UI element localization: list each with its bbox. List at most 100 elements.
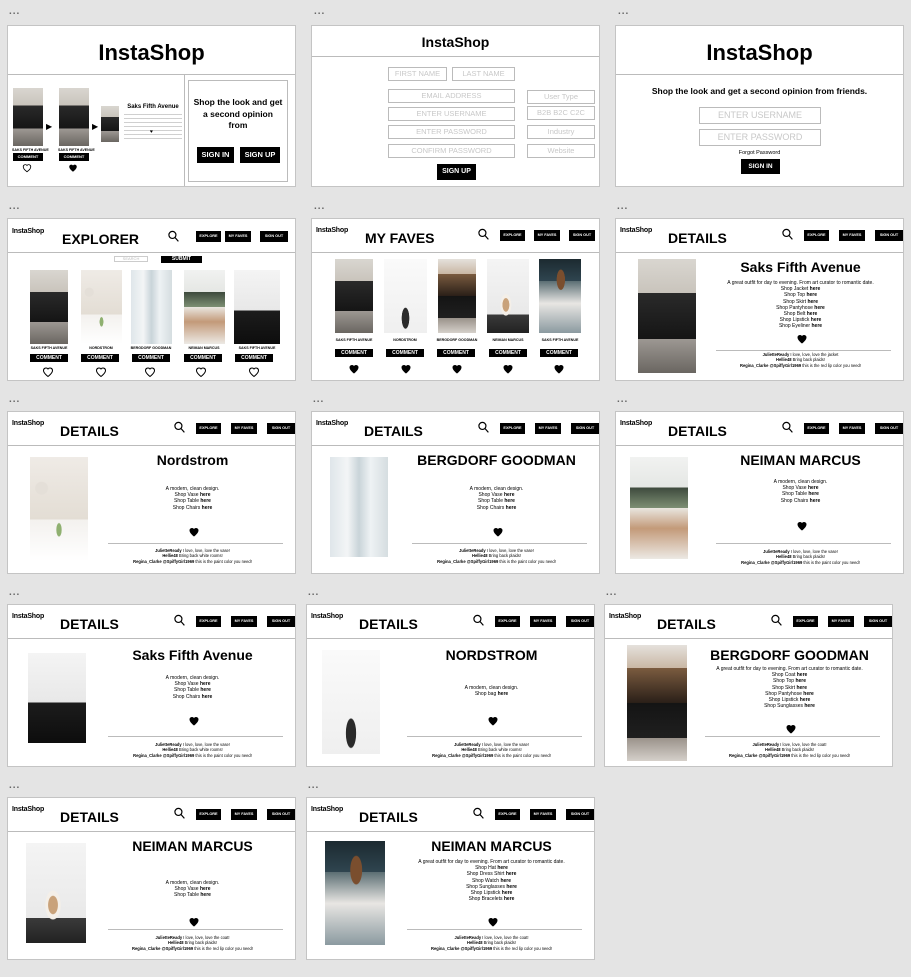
- heart-filled-icon[interactable]: [348, 363, 360, 375]
- comment-user[interactable]: Regina_Clarke @SpiffyGirl1969: [740, 363, 802, 368]
- comment-user[interactable]: JulietteReady: [155, 548, 183, 553]
- comment-button[interactable]: COMMENT: [184, 354, 222, 362]
- shop-here-link[interactable]: here: [200, 498, 211, 504]
- frame-menu-dots[interactable]: ...: [308, 781, 319, 791]
- explore-button[interactable]: EXPLORE: [500, 423, 525, 434]
- forgot-password-link[interactable]: Forgot Password: [616, 150, 903, 156]
- heart-filled-icon[interactable]: [492, 525, 504, 537]
- heart-filled-icon[interactable]: [785, 722, 797, 734]
- comment-button[interactable]: COMMENT: [132, 354, 170, 362]
- comment-button[interactable]: COMMENT: [30, 354, 68, 362]
- shop-here-link[interactable]: here: [807, 299, 818, 305]
- frame-menu-dots[interactable]: ...: [314, 202, 325, 212]
- search-icon[interactable]: [477, 227, 490, 241]
- heart-outline-icon[interactable]: [42, 366, 54, 378]
- shop-here-link[interactable]: here: [800, 697, 811, 703]
- comment-user[interactable]: Hellie48: [472, 553, 489, 558]
- explore-button[interactable]: EXPLORE: [804, 230, 829, 241]
- my-faves-button[interactable]: MY FAVES: [534, 230, 560, 241]
- sign-out-button[interactable]: SIGN OUT: [569, 230, 595, 241]
- comment-user[interactable]: Hellie48: [776, 554, 793, 559]
- shop-here-link[interactable]: here: [504, 896, 515, 902]
- comment-user[interactable]: Regina_Clarke @SpiffyGirl1969: [437, 559, 499, 564]
- explore-button[interactable]: EXPLORE: [495, 809, 520, 820]
- my-faves-button[interactable]: MY FAVES: [828, 616, 854, 627]
- comment-user[interactable]: Regina_Clarke @SpiffyGirl1969: [133, 753, 195, 758]
- shop-here-link[interactable]: here: [506, 884, 517, 890]
- my-faves-button[interactable]: MY FAVES: [225, 231, 251, 242]
- heart-filled-icon[interactable]: [451, 363, 463, 375]
- shop-here-link[interactable]: here: [796, 685, 807, 691]
- heart-filled-icon[interactable]: [487, 714, 499, 726]
- comment-user[interactable]: Regina_Clarke @SpiffyGirl1969: [133, 559, 195, 564]
- website-field[interactable]: Website: [527, 144, 595, 158]
- frame-menu-dots[interactable]: ...: [9, 781, 20, 791]
- industry-field[interactable]: Industry: [527, 125, 595, 139]
- shop-here-link[interactable]: here: [497, 865, 508, 871]
- shop-here-link[interactable]: here: [200, 492, 211, 498]
- shop-here-link[interactable]: here: [795, 678, 806, 684]
- shop-here-link[interactable]: here: [807, 311, 818, 317]
- comment-user[interactable]: JulietteReady: [155, 742, 183, 747]
- frame-menu-dots[interactable]: ...: [9, 7, 20, 17]
- comment-user[interactable]: Hellie48: [168, 940, 185, 945]
- sign-out-button[interactable]: SIGN OUT: [864, 616, 892, 627]
- shop-here-link[interactable]: here: [506, 871, 517, 877]
- frame-menu-dots[interactable]: ...: [9, 202, 20, 212]
- shop-here-link[interactable]: here: [808, 485, 819, 491]
- heart-filled-icon[interactable]: [188, 525, 200, 537]
- sign-in-button[interactable]: SIGN IN: [197, 147, 234, 163]
- explore-button[interactable]: EXPLORE: [804, 423, 829, 434]
- sign-out-button[interactable]: SIGN OUT: [267, 809, 295, 820]
- comment-user[interactable]: Regina_Clarke @SpiffyGirl1969: [741, 560, 803, 565]
- search-icon[interactable]: [770, 613, 783, 627]
- my-faves-button[interactable]: MY FAVES: [231, 809, 257, 820]
- my-faves-button[interactable]: MY FAVES: [530, 616, 556, 627]
- comment-button[interactable]: COMMENT: [386, 349, 424, 357]
- frame-menu-dots[interactable]: ...: [9, 588, 20, 598]
- heart-outline-icon[interactable]: [248, 366, 260, 378]
- sign-up-button[interactable]: SIGN UP: [437, 164, 476, 180]
- b2b-select[interactable]: B2B B2C C2C: [527, 106, 595, 120]
- password-field[interactable]: ENTER PASSWORD: [699, 129, 821, 146]
- sign-out-button[interactable]: SIGN OUT: [260, 231, 288, 242]
- heart-filled-icon[interactable]: [502, 363, 514, 375]
- explore-button[interactable]: EXPLORE: [196, 423, 221, 434]
- heart-filled-icon[interactable]: [188, 714, 200, 726]
- sign-in-button[interactable]: SIGN IN: [741, 159, 780, 174]
- my-faves-button[interactable]: MY FAVES: [231, 616, 257, 627]
- shop-here-link[interactable]: here: [811, 323, 822, 329]
- comment-button[interactable]: COMMENT: [59, 153, 89, 161]
- submit-button[interactable]: SUBMIT: [161, 256, 202, 263]
- comment-user[interactable]: Hellie48: [461, 747, 478, 752]
- comment-user[interactable]: Regina_Clarke @SpiffyGirl1969: [431, 946, 493, 951]
- comment-user[interactable]: JulietteReady: [753, 742, 781, 747]
- sign-out-button[interactable]: SIGN OUT: [875, 423, 903, 434]
- shop-here-link[interactable]: here: [200, 886, 211, 892]
- search-input[interactable]: SEARCH: [114, 256, 148, 262]
- explore-button[interactable]: EXPLORE: [500, 230, 525, 241]
- comment-button[interactable]: COMMENT: [235, 354, 273, 362]
- comment-user[interactable]: JulietteReady: [454, 742, 482, 747]
- email-field[interactable]: EMAIL ADDRESS: [388, 89, 515, 103]
- frame-menu-dots[interactable]: ...: [314, 7, 325, 17]
- heart-outline-icon[interactable]: [144, 366, 156, 378]
- comment-button[interactable]: COMMENT: [81, 354, 119, 362]
- search-icon[interactable]: [167, 229, 180, 243]
- search-icon[interactable]: [173, 806, 186, 820]
- search-icon[interactable]: [781, 420, 794, 434]
- last-name-field[interactable]: LAST NAME: [452, 67, 515, 81]
- shop-here-link[interactable]: here: [500, 878, 511, 884]
- sign-out-button[interactable]: SIGN OUT: [566, 809, 594, 820]
- sign-out-button[interactable]: SIGN OUT: [267, 423, 295, 434]
- search-icon[interactable]: [472, 613, 485, 627]
- shop-here-link[interactable]: here: [200, 892, 211, 898]
- shop-here-link[interactable]: here: [803, 691, 814, 697]
- comment-user[interactable]: Hellie48: [162, 553, 179, 558]
- shop-here-link[interactable]: here: [811, 317, 822, 323]
- shop-here-link[interactable]: here: [202, 694, 213, 700]
- shop-here-link[interactable]: here: [200, 687, 211, 693]
- comment-user[interactable]: Hellie48: [765, 747, 782, 752]
- user-type-field[interactable]: User Type: [527, 90, 595, 104]
- username-field[interactable]: ENTER USERNAME: [388, 107, 515, 121]
